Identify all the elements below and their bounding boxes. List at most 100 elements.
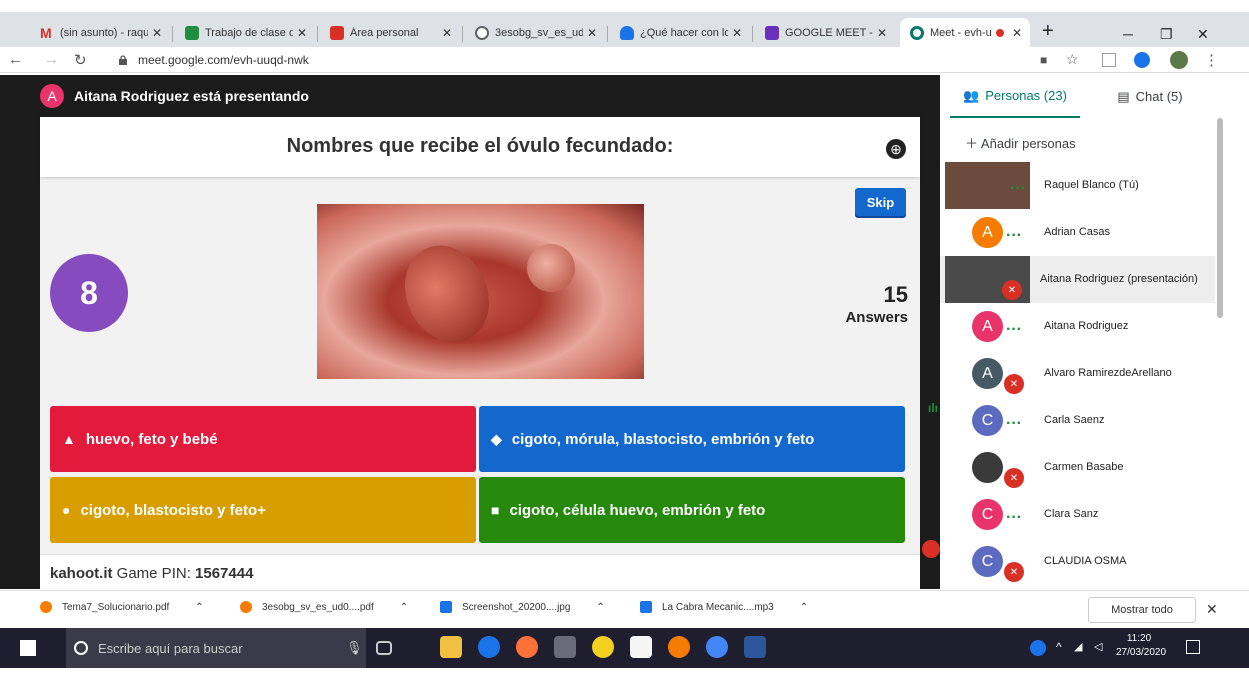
meet-stage: A Aitana Rodriguez está presentando Nomb… [0,75,940,589]
app-icon[interactable] [554,636,576,658]
chrome-canary-icon[interactable] [668,636,690,658]
speaking-icon: ··· [1006,415,1022,432]
answer-option-red[interactable]: ▲ huevo, feto y bebé [50,406,476,472]
kahoot-site: kahoot.it [50,565,113,582]
people-icon: 👥 [963,87,980,103]
fullscreen-icon[interactable]: ⊕ [886,139,906,159]
tab-chat[interactable]: ▤ Chat (5) [1085,75,1215,118]
participant-row[interactable]: C ··· Carla Saenz [940,397,1215,444]
participant-name: Adrian Casas [1044,226,1111,238]
profile-avatar[interactable] [1170,51,1188,69]
close-icon[interactable]: ✕ [877,26,887,40]
chrome-icon[interactable] [706,636,728,658]
show-all-button[interactable]: Mostrar todo [1088,597,1196,623]
participant-name: Carla Saenz [1044,414,1105,426]
word-icon[interactable] [744,636,766,658]
restore-button[interactable]: ❐ [1160,26,1173,43]
answer-option-yellow[interactable]: ● cigoto, blastocisto y feto+ [50,477,476,543]
menu-icon[interactable]: ⋮ [1204,51,1219,69]
store-icon[interactable] [630,636,652,658]
close-icon[interactable]: ✕ [1012,26,1022,40]
windows-start-icon[interactable] [20,640,36,656]
close-icon[interactable]: ✕ [442,26,452,40]
mic-icon[interactable]: 🎙 [346,640,363,656]
reload-icon[interactable]: ↻ [74,51,87,69]
participant-row[interactable]: A ··· Aitana Rodriguez [940,303,1215,350]
forms-icon [765,25,779,40]
tab-title: Área personal [350,26,419,39]
triangle-icon: ▲ [62,431,76,447]
url-field[interactable]: meet.google.com/evh-uuqd-nwk [118,51,1018,69]
tray-arrow-icon[interactable]: ^ [1056,640,1062,654]
download-item[interactable]: Tema7_Solucionario.pdf ⌃ [40,601,204,613]
new-tab-button[interactable]: + [1042,20,1054,43]
participant-row[interactable]: C ✕ CLAUDIA OSMA [940,538,1215,585]
participant-row[interactable]: A ✕ Alvaro RamirezdeArellano [940,350,1215,397]
download-item[interactable]: La Cabra Mecanic....mp3 ⌃ [640,601,808,613]
task-view-icon[interactable] [376,641,392,655]
skip-button[interactable]: Skip [855,188,906,216]
back-icon[interactable]: ← [8,51,23,68]
tab-title: Meet - evh-uu [930,26,992,39]
answer-option-blue[interactable]: ◆ cigoto, mórula, blastocisto, embrión y … [479,406,905,472]
participant-avatar: A [972,217,1003,248]
tab-people[interactable]: 👥 Personas (23) [950,75,1080,118]
close-window-button[interactable]: ✕ [1197,26,1209,43]
volume-icon[interactable]: ◁ [1094,640,1102,653]
chevron-up-icon[interactable]: ⌃ [596,602,604,613]
weather-icon[interactable] [592,636,614,658]
file-explorer-icon[interactable] [440,636,462,658]
participant-row[interactable]: C ··· Clara Sanz [940,491,1215,538]
cortana-icon [74,641,88,655]
chevron-up-icon[interactable]: ⌃ [195,602,203,613]
close-icon[interactable]: ✕ [297,26,307,40]
participant-row[interactable]: ✕ Carmen Basabe [940,444,1215,491]
close-icon[interactable]: ✕ [1206,601,1218,618]
edge-icon[interactable] [478,636,500,658]
close-icon[interactable]: ✕ [732,26,742,40]
download-item[interactable]: Screenshot_20200....jpg ⌃ [440,601,605,613]
tab-gmail[interactable]: M (sin asunto) - raqu ✕ [30,18,170,47]
system-clock[interactable]: 11:20 27/03/2020 [1116,632,1167,660]
meet-icon [910,25,924,40]
firefox-icon[interactable] [516,636,538,658]
answer-text: cigoto, blastocisto y feto+ [80,501,266,519]
close-icon[interactable]: ✕ [587,26,597,40]
tab-title: Trabajo de clase d [205,26,293,39]
globe-icon [475,25,489,40]
diamond-icon: ◆ [491,430,502,447]
notifications-icon[interactable] [1186,640,1200,654]
mic-off-icon: ✕ [1004,562,1024,582]
chevron-up-icon[interactable]: ⌃ [400,602,408,613]
clock-date: 27/03/2020 [1116,647,1167,658]
add-people-button[interactable]: ＋ Añadir personas [965,133,1076,152]
question-header: Nombres que recibe el óvulo fecundado: ⊕ [40,117,920,177]
participant-row[interactable]: ··· Raquel Blanco (Tú) [940,162,1215,209]
tab-meet-active[interactable]: Meet - evh-uu ✕ [900,18,1030,47]
hp-extension-icon[interactable] [1134,52,1150,68]
tab-que-hacer[interactable]: ¿Qué hacer con lo ✕ [610,18,750,47]
star-icon[interactable]: ☆ [1066,51,1079,68]
minimize-button[interactable]: ─ [1123,26,1133,42]
circle-icon: ● [62,502,71,518]
panel-scrollbar[interactable] [1217,118,1223,318]
extension-icon[interactable] [1102,53,1116,67]
chevron-up-icon[interactable]: ⌃ [800,602,808,613]
close-icon[interactable]: ✕ [152,26,162,40]
participant-row[interactable]: A ··· Adrian Casas [940,209,1215,256]
tab-document[interactable]: 3esobg_sv_es_ud0 ✕ [465,18,605,47]
tab-classroom[interactable]: Trabajo de clase d ✕ [175,18,315,47]
downloads-bar: Tema7_Solucionario.pdf ⌃ 3esobg_sv_es_ud0… [0,590,1249,628]
image-file-icon [440,601,452,613]
tab-google-meet-forms[interactable]: GOOGLE MEET - R ✕ [755,18,895,47]
square-icon: ■ [491,502,500,518]
camera-icon[interactable]: ■ [1040,53,1047,67]
download-item[interactable]: 3esobg_sv_es_ud0....pdf ⌃ [240,601,408,613]
tab-area-personal[interactable]: Área personal ✕ [320,18,460,47]
taskbar-search[interactable]: Escribe aquí para buscar 🎙 [66,628,366,668]
network-icon[interactable]: ◢ [1074,640,1082,653]
forward-icon[interactable]: → [44,51,59,68]
answer-option-green[interactable]: ■ cigoto, célula huevo, embrión y feto [479,477,905,543]
help-icon[interactable] [1030,640,1046,656]
participant-row[interactable]: ✕ Aitana Rodriguez (presentación) [940,256,1215,303]
